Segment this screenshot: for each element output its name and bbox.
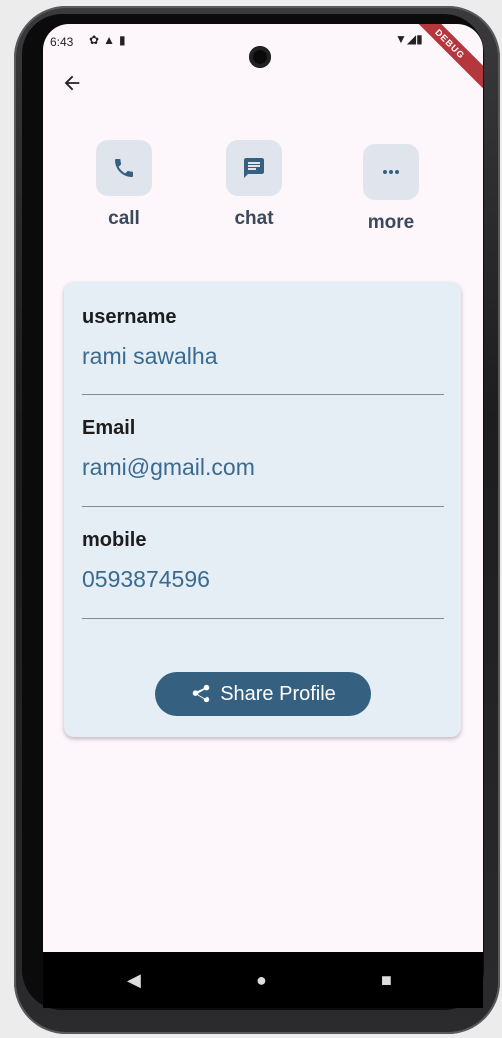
- arrow-back-icon: [64, 75, 80, 91]
- email-value: rami@gmail.com: [82, 454, 255, 480]
- chat-icon: [244, 158, 264, 178]
- app-screen: 6:43 ✿▲▮ ▼◢▮ DEBUG call chat more userna…: [43, 24, 483, 1008]
- chat-label: chat: [234, 208, 274, 229]
- call-button[interactable]: [96, 140, 152, 196]
- more-action[interactable]: more: [351, 144, 431, 234]
- phone-icon: [115, 159, 133, 177]
- call-action[interactable]: call: [84, 140, 164, 230]
- status-left-icons: ✿▲▮: [89, 33, 130, 47]
- chat-action[interactable]: chat: [214, 140, 294, 230]
- warning-icon: ▲: [103, 33, 119, 47]
- mobile-label: mobile: [82, 529, 147, 551]
- call-label: call: [108, 208, 140, 229]
- chat-button[interactable]: [226, 140, 282, 196]
- front-camera: [249, 46, 271, 68]
- divider: [82, 618, 444, 619]
- username-label: username: [82, 306, 177, 328]
- more-button[interactable]: [363, 144, 419, 200]
- share-icon: [192, 684, 210, 703]
- divider: [82, 394, 444, 395]
- status-time: 6:43: [50, 35, 74, 49]
- wifi-icon: ▼: [395, 32, 407, 46]
- nav-home-icon[interactable]: ●: [256, 970, 267, 991]
- system-nav-bar: ◀ ● ■: [43, 952, 483, 1008]
- mobile-field: mobile 0593874596: [82, 529, 444, 593]
- mobile-value: 0593874596: [82, 566, 210, 592]
- status-right-icons: ▼◢▮: [395, 32, 423, 46]
- sim-icon: ▮: [118, 33, 130, 47]
- share-profile-button[interactable]: Share Profile: [155, 672, 371, 716]
- signal-icon: ◢: [406, 32, 417, 46]
- nav-recents-icon[interactable]: ■: [381, 970, 392, 991]
- back-button[interactable]: [61, 72, 83, 94]
- nav-back-icon[interactable]: ◀: [127, 970, 141, 991]
- username-field: username rami sawalha: [82, 306, 444, 370]
- more-label: more: [367, 212, 415, 233]
- battery-icon: ▮: [416, 32, 423, 46]
- profile-card: username rami sawalha Email rami@gmail.c…: [64, 282, 461, 737]
- username-value: rami sawalha: [82, 343, 218, 369]
- more-icon: [383, 170, 399, 174]
- email-field: Email rami@gmail.com: [82, 417, 444, 481]
- email-label: Email: [82, 417, 136, 439]
- settings-icon: ✿: [89, 33, 104, 47]
- share-profile-label: Share Profile: [220, 682, 336, 705]
- divider: [82, 506, 444, 507]
